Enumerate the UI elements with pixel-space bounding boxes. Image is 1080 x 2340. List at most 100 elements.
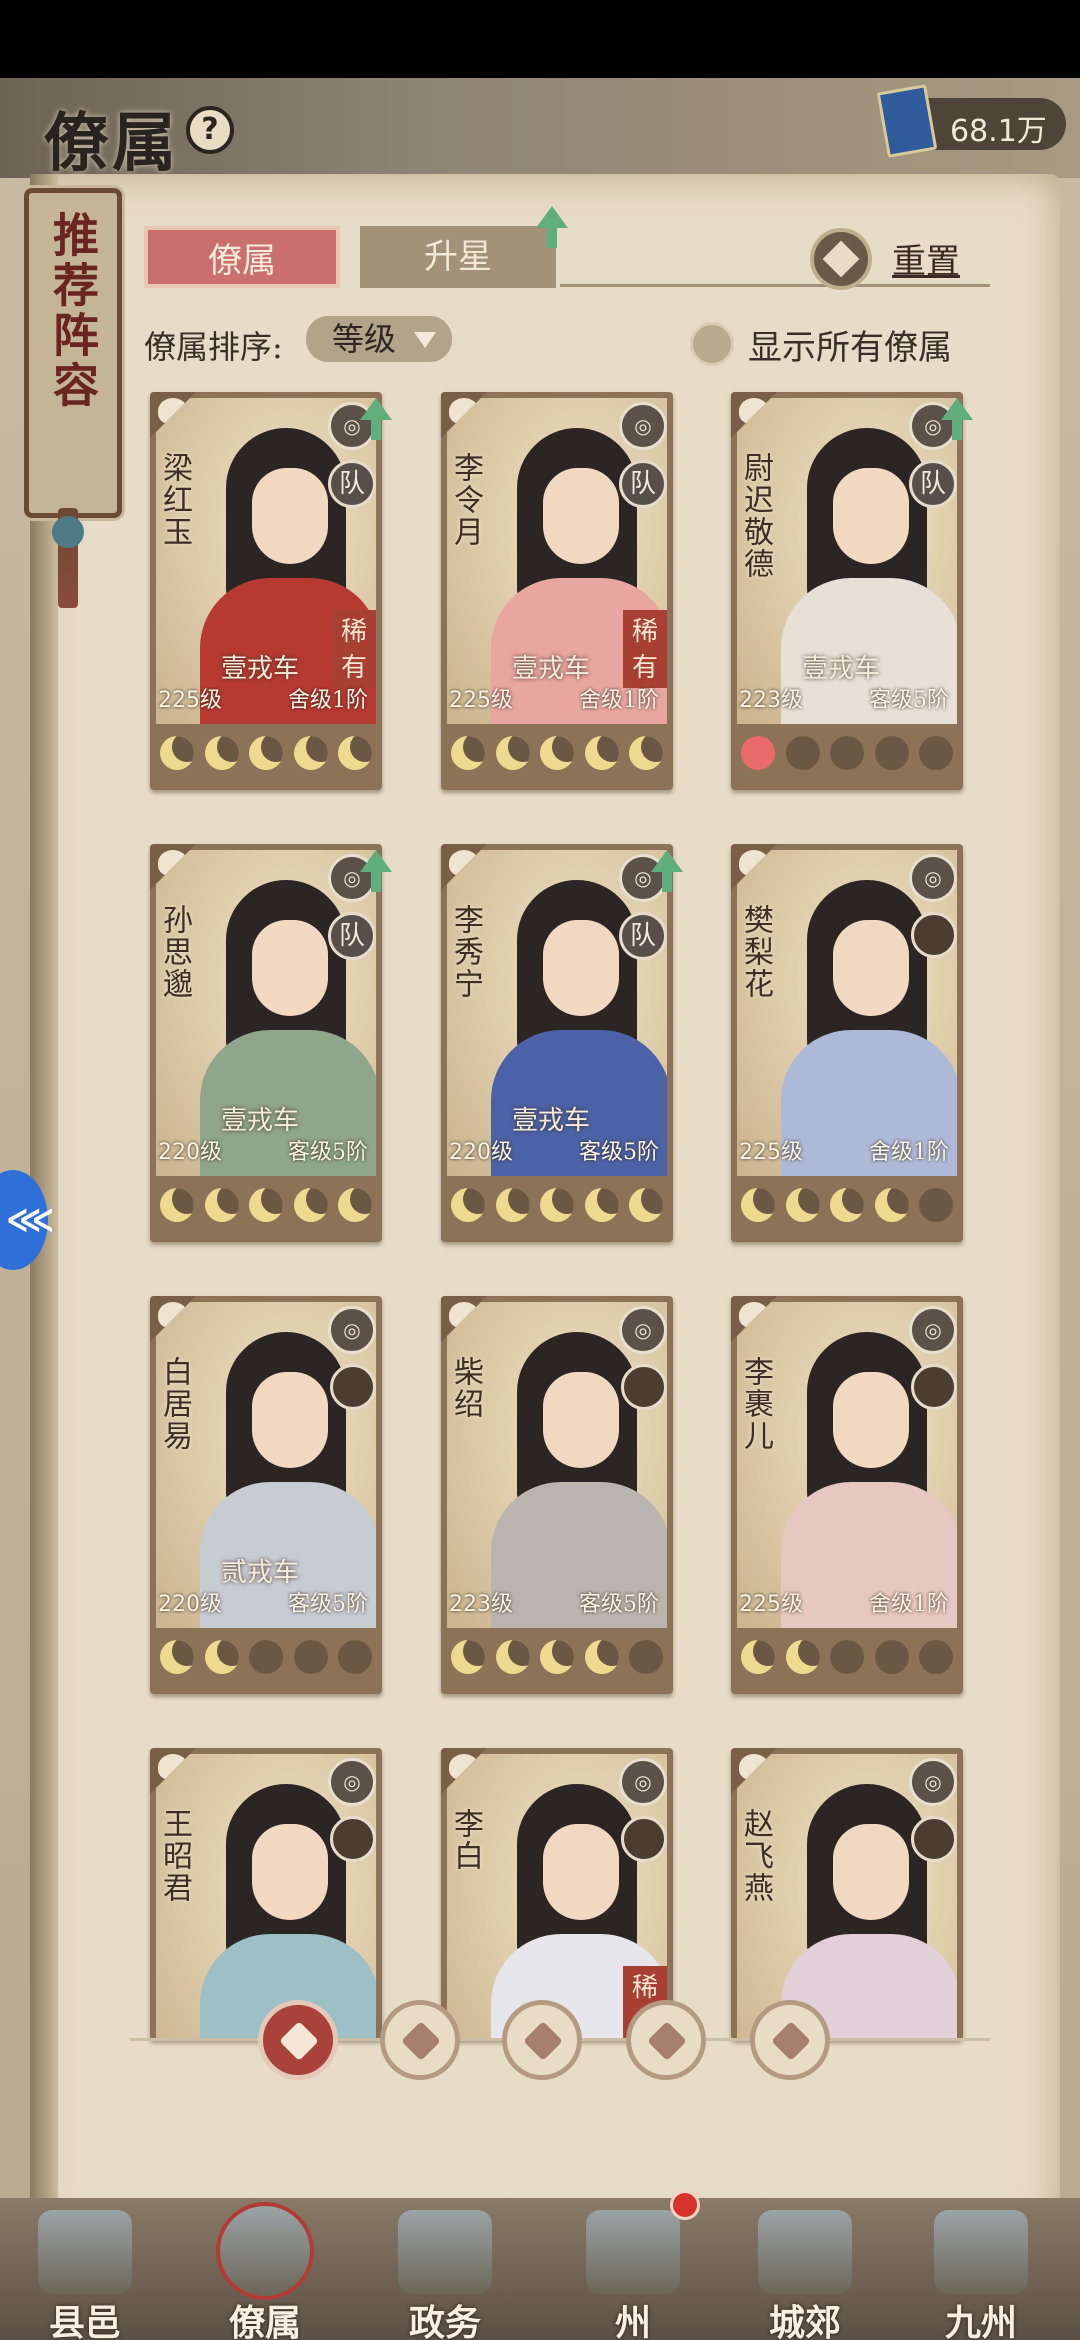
level-label: 225级: [158, 688, 222, 713]
upgrade-arrow-icon: [360, 850, 392, 892]
moon-icon: [540, 1188, 574, 1222]
sort-dropdown[interactable]: 等级: [306, 316, 452, 362]
retainer-name: 王昭君: [157, 1808, 192, 1904]
skill-badge-icon: ◎: [328, 1306, 376, 1354]
retainer-name: 李白: [448, 1808, 483, 1872]
filter-category-1-button[interactable]: [380, 2000, 460, 2080]
retainer-card[interactable]: ◎ 尉迟敬德队壹戎车 223级 客级5阶: [731, 392, 963, 790]
nav-affairs[interactable]: 政务: [370, 2198, 520, 2340]
moon-icon: [584, 1640, 619, 1674]
retainer-card[interactable]: ◎ 白居易 贰戎车 220级 客级5阶: [150, 1296, 382, 1694]
moon-icon: [338, 736, 372, 770]
skill-badge-icon: ◎: [909, 1758, 957, 1806]
level-label: 220级: [158, 1592, 222, 1617]
moon-icon: [160, 736, 194, 770]
rank-label: 壹戎车: [511, 654, 590, 684]
nav-nine-provinces[interactable]: 九州: [906, 2198, 1056, 2340]
moon-icon: [160, 1640, 194, 1674]
nav-county[interactable]: 县邑: [10, 2198, 160, 2340]
moon-icon: [830, 1188, 864, 1222]
retainer-name: 白居易: [157, 1356, 192, 1452]
partner-avatar: [911, 1816, 957, 1862]
star-moons: [451, 1188, 663, 1228]
retainers-icon: [216, 2202, 314, 2300]
retainer-card[interactable]: ◎ 王昭君: [150, 1748, 382, 2040]
star-moons: [741, 1640, 953, 1680]
level-label: 225级: [739, 1140, 803, 1165]
nav-suburbs[interactable]: 城郊: [730, 2198, 880, 2340]
recommend-lineup-button[interactable]: 推荐阵容: [24, 188, 122, 518]
grade-label: 客级5阶: [579, 1140, 659, 1165]
team-badge: 队: [328, 460, 376, 508]
moon-icon: [249, 736, 283, 770]
star-moons: [451, 736, 663, 776]
moon-icon: [451, 1188, 485, 1222]
suburbs-icon: [758, 2210, 852, 2294]
prefecture-icon: [586, 2210, 680, 2294]
retainer-card[interactable]: ◎ 李令月队稀有 壹戎车 225级 舍级1阶: [441, 392, 673, 790]
moon-icon: [629, 736, 663, 770]
upgrade-arrow-icon: [536, 206, 568, 248]
tab-retainers[interactable]: 僚属: [144, 226, 340, 288]
nine-provinces-icon: [934, 2210, 1028, 2294]
moon-icon: [540, 1640, 574, 1674]
moon-icon: [204, 1188, 239, 1222]
tab-star-up[interactable]: 升星: [360, 226, 556, 288]
upgrade-arrow-icon: [941, 398, 973, 440]
retainer-name: 尉迟敬德: [738, 452, 773, 580]
filter-category-3-button[interactable]: [626, 2000, 706, 2080]
bottom-nav: 县邑 僚属 政务 州 城郊 九州: [0, 2198, 1080, 2340]
moon-icon: [919, 736, 953, 770]
tassel-decoration: [52, 508, 84, 608]
sort-label: 僚属排序:: [144, 328, 283, 366]
nav-retainers[interactable]: 僚属: [190, 2198, 340, 2340]
moon-icon: [204, 736, 239, 770]
rank-label: 贰戎车: [220, 1558, 299, 1588]
level-label: 220级: [449, 1140, 513, 1165]
filter-category-2-button[interactable]: [502, 2000, 582, 2080]
retainer-card[interactable]: ◎ 李白稀: [441, 1748, 673, 2040]
star-moons: [741, 736, 953, 776]
retainer-card[interactable]: ◎ 柴绍 223级 客级5阶: [441, 1296, 673, 1694]
retainer-card[interactable]: ◎ 李秀宁队壹戎车 220级 客级5阶: [441, 844, 673, 1242]
partner-avatar: [911, 1364, 957, 1410]
partner-avatar: [621, 1816, 667, 1862]
moon-icon: [830, 736, 864, 770]
moon-icon: [249, 1640, 283, 1674]
moon-icon: [293, 1188, 328, 1222]
partner-avatar: [621, 1364, 667, 1410]
currency-display[interactable]: 68.1万: [876, 84, 1066, 158]
retainer-card[interactable]: ◎ 樊梨花 225级 舍级1阶: [731, 844, 963, 1242]
moon-icon: [874, 1640, 909, 1674]
retainer-card[interactable]: ◎ 梁红玉队稀有 壹戎车 225级 舍级1阶: [150, 392, 382, 790]
moon-icon: [249, 1188, 283, 1222]
moon-icon: [293, 1640, 328, 1674]
moon-icon: [874, 736, 909, 770]
beast-icon: [771, 2021, 811, 2061]
grade-label: 舍级1阶: [869, 1592, 949, 1617]
grade-label: 舍级1阶: [869, 1140, 949, 1165]
retainer-card[interactable]: ◎ 李裹儿 225级 舍级1阶: [731, 1296, 963, 1694]
partner-avatar: [911, 912, 957, 958]
nav-label: 僚属: [228, 2302, 301, 2340]
filter-category-4-button[interactable]: [750, 2000, 830, 2080]
moon-icon: [629, 1640, 663, 1674]
retainer-card[interactable]: ◎ 孙思邈队壹戎车 220级 客级5阶: [150, 844, 382, 1242]
upgrade-arrow-icon: [360, 398, 392, 440]
reset-button[interactable]: 重置: [810, 228, 1000, 290]
filter-all-button[interactable]: [258, 2000, 338, 2080]
star-moons: [451, 1640, 663, 1680]
retainer-name: 李秀宁: [448, 904, 483, 1000]
team-badge: 队: [328, 912, 376, 960]
skill-badge-icon: ◎: [909, 854, 957, 902]
skill-badge-icon: ◎: [619, 1758, 667, 1806]
fan-icon: [647, 2021, 687, 2061]
show-all-radio[interactable]: [690, 322, 734, 366]
recommend-lineup-label: 推荐阵容: [46, 211, 100, 411]
retainer-card[interactable]: ◎ 赵飞燕: [731, 1748, 963, 2040]
moon-icon: [629, 1188, 663, 1222]
nav-label: 州: [614, 2302, 651, 2340]
help-icon[interactable]: ?: [186, 106, 234, 154]
retainer-name: 梁红玉: [157, 452, 192, 548]
level-label: 223级: [449, 1592, 513, 1617]
